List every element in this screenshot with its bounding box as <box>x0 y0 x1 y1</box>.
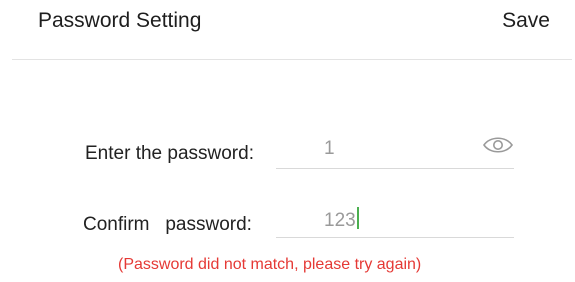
eye-icon[interactable] <box>482 134 514 156</box>
confirm-password-label: Confirm password: <box>83 214 252 235</box>
text-cursor <box>356 207 359 229</box>
enter-password-label: Enter the password: <box>85 143 254 164</box>
page-title: Password Setting <box>38 9 202 32</box>
confirm-password-row: Confirm password: 123 <box>0 207 575 247</box>
enter-password-row: Enter the password: 1 <box>0 137 575 178</box>
header-divider <box>12 59 572 60</box>
error-message: (Password did not match, please try agai… <box>118 256 422 273</box>
confirm-password-value: 123 <box>324 207 359 232</box>
enter-password-value: 1 <box>324 138 335 159</box>
save-button[interactable]: Save <box>502 9 550 33</box>
confirm-password-field[interactable]: 123 <box>276 207 514 238</box>
header-bar: Password Setting Save <box>0 0 575 58</box>
enter-password-field[interactable]: 1 <box>276 137 514 169</box>
confirm-password-text: 123 <box>324 210 356 231</box>
